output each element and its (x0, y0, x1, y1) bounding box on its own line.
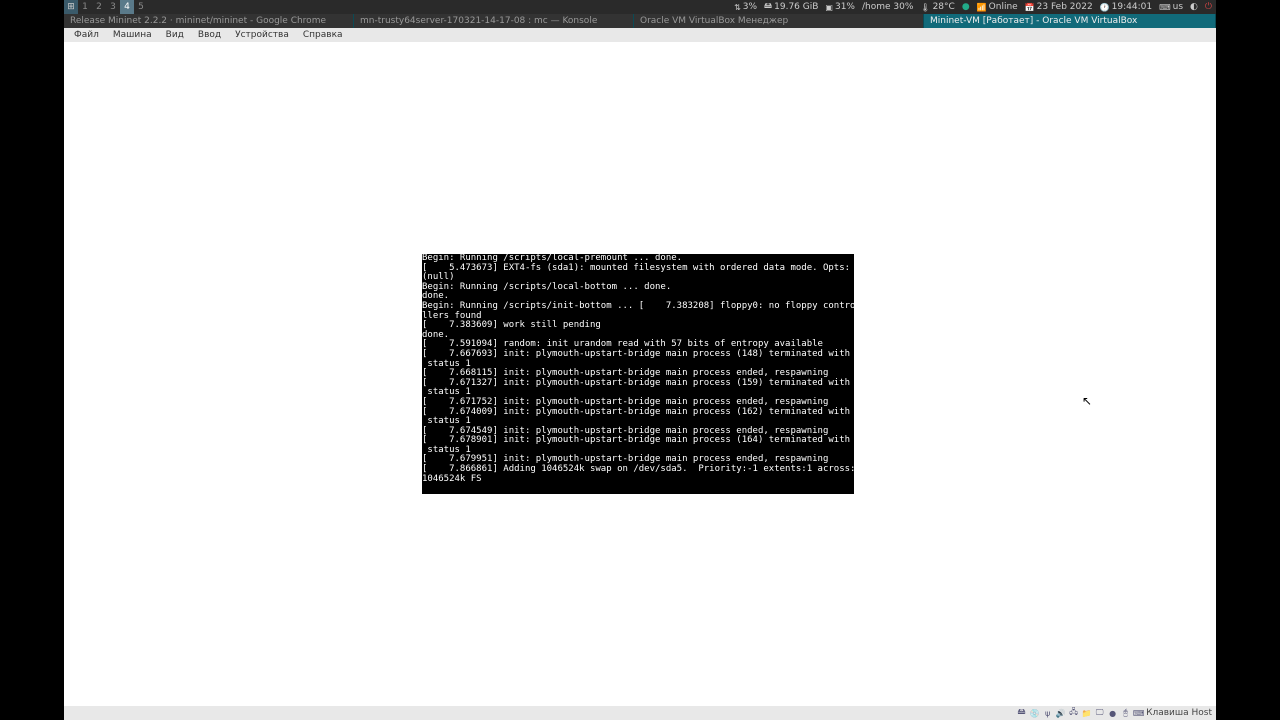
sb-hostkey-icon[interactable]: ⌨ (1133, 708, 1144, 719)
temp-indicator[interactable]: 🌡28°C (920, 2, 954, 12)
title-vboxmgr-text: Oracle VM VirtualBox Менеджер (640, 16, 788, 26)
menu-devices[interactable]: Устройства (231, 30, 293, 40)
sb-usb-icon[interactable]: ψ (1042, 708, 1053, 719)
temp-icon: 🌡 (920, 3, 930, 12)
workspace-4[interactable]: 4 (120, 0, 134, 14)
sb-mouse-icon[interactable]: 🖰 (1120, 708, 1131, 719)
menu-help[interactable]: Справка (299, 30, 347, 40)
workspace-5[interactable]: 5 (134, 0, 148, 14)
titlebar-chrome[interactable]: Release Mininet 2.2.2 · mininet/mininet … (64, 14, 354, 28)
wifi-icon: 📶 (977, 3, 987, 12)
workspace-3[interactable]: 3 (106, 0, 120, 14)
mouse-cursor: ↖ (1082, 394, 1092, 408)
date-indicator[interactable]: 📅23 Feb 2022 (1025, 2, 1093, 12)
title-vm-text: Mininet-VM [Работает] - Oracle VM Virtua… (930, 16, 1137, 26)
disk-indicator[interactable]: 🖴19.76 GiB (764, 0, 818, 14)
clock-icon: 🕐 (1100, 3, 1110, 12)
sb-hd-icon[interactable]: 🖴 (1016, 708, 1027, 719)
titlebar-vm[interactable]: Mininet-VM [Работает] - Oracle VM Virtua… (924, 14, 1216, 28)
globe-icon[interactable]: ● (962, 2, 970, 12)
home-value: /home 30% (862, 2, 913, 12)
disk-icon: 🖴 (764, 0, 772, 14)
net-value: 3% (743, 2, 757, 12)
menu-file[interactable]: Файл (70, 30, 103, 40)
time-value: 19:44:01 (1112, 2, 1152, 12)
cpu-icon: ▣ (825, 3, 833, 12)
power-icon[interactable]: ⏻ (1205, 2, 1212, 12)
menu-input[interactable]: Ввод (194, 30, 225, 40)
sb-shared-icon[interactable]: 📁 (1081, 708, 1092, 719)
sb-hostkey-label: Клавиша Host (1146, 708, 1212, 718)
apps-menu-icon[interactable]: ⊞ (64, 0, 78, 14)
calendar-icon: 📅 (1025, 3, 1035, 12)
menu-machine[interactable]: Машина (109, 30, 156, 40)
vm-display-area[interactable]: Begin: Running /scripts/local-premount .… (64, 42, 1216, 720)
disk-value: 19.76 GiB (774, 2, 818, 12)
titlebar-vbox-mgr[interactable]: Oracle VM VirtualBox Менеджер (634, 14, 924, 28)
vm-console[interactable]: Begin: Running /scripts/local-premount .… (422, 254, 854, 494)
net-indicator[interactable]: ⇅3% (734, 2, 757, 12)
left-letterbox (0, 0, 64, 720)
home-indicator[interactable]: /home 30% (862, 2, 913, 12)
vm-statusbar: 🖴 💿 ψ 🔊 🖧 📁 🖵 ● 🖰 ⌨ Клавиша Host (64, 706, 1216, 720)
time-indicator[interactable]: 🕐19:44:01 (1100, 2, 1152, 12)
online-indicator[interactable]: 📶Online (977, 2, 1018, 12)
workspace-2[interactable]: 2 (92, 0, 106, 14)
online-value: Online (989, 2, 1018, 12)
temp-value: 28°C (933, 2, 955, 12)
system-tray: ⇅3% 🖴19.76 GiB ▣31% /home 30% 🌡28°C ● 📶O… (734, 0, 1216, 14)
menu-view[interactable]: Вид (162, 30, 188, 40)
window-titlebars: Release Mininet 2.2.2 · mininet/mininet … (64, 14, 1216, 28)
notif-icon[interactable]: ◐ (1190, 2, 1198, 12)
sb-rec-icon[interactable]: ● (1107, 708, 1118, 719)
wm-topbar: ⊞ 1 2 3 4 5 ⇅3% 🖴19.76 GiB ▣31% /home 30… (64, 0, 1216, 14)
sb-display-icon[interactable]: 🖵 (1094, 708, 1105, 719)
vm-menubar: Файл Машина Вид Ввод Устройства Справка (64, 28, 1216, 42)
sb-audio-icon[interactable]: 🔊 (1055, 708, 1066, 719)
workspace-1[interactable]: 1 (78, 0, 92, 14)
keyboard-icon: ⌨ (1159, 3, 1171, 12)
title-konsole-text: mn-trusty64server-170321-14-17-08 : mc —… (360, 16, 597, 26)
net-icon: ⇅ (734, 3, 741, 12)
title-chrome-text: Release Mininet 2.2.2 · mininet/mininet … (70, 16, 326, 26)
sb-cd-icon[interactable]: 💿 (1029, 708, 1040, 719)
right-letterbox (1216, 0, 1280, 720)
cpu-value: 31% (835, 2, 855, 12)
sb-net-icon[interactable]: 🖧 (1068, 708, 1079, 719)
titlebar-konsole[interactable]: mn-trusty64server-170321-14-17-08 : mc —… (354, 14, 634, 28)
cpu-indicator[interactable]: ▣31% (825, 2, 855, 12)
date-value: 23 Feb 2022 (1037, 2, 1093, 12)
kb-value: us (1173, 2, 1183, 12)
kb-indicator[interactable]: ⌨us (1159, 2, 1183, 12)
